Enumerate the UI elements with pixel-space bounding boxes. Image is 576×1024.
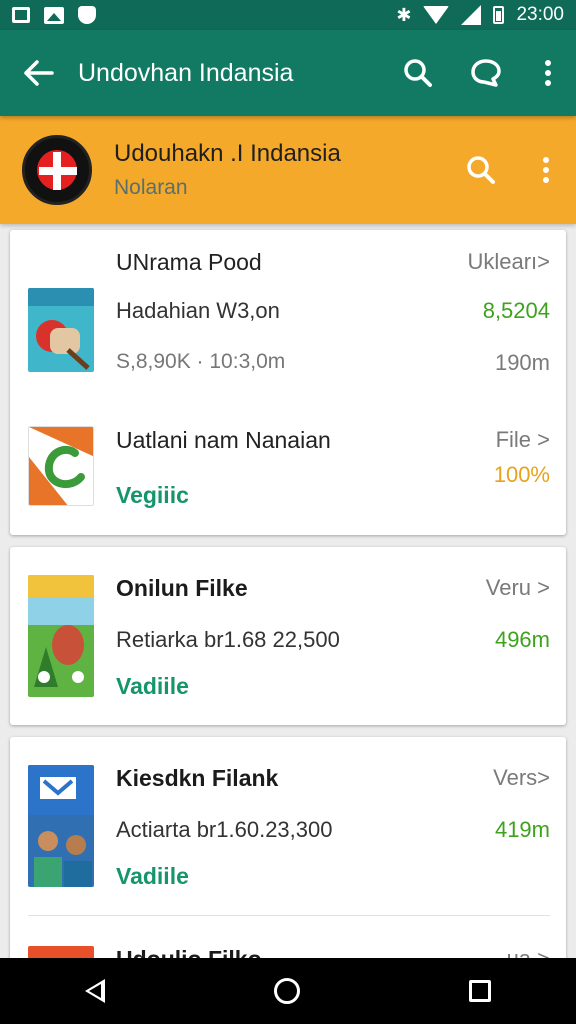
channel-header: Udouhakn .I Indansia Nolaran [0, 116, 576, 224]
bluetooth-icon: ✱ [396, 4, 412, 25]
file-action-link[interactable]: File > [496, 427, 550, 453]
file-status: Vegiiic [116, 482, 189, 508]
file-progress: 100% [493, 462, 550, 487]
chat-search-icon[interactable] [452, 30, 520, 116]
wifi-icon [423, 6, 450, 24]
file-title: Uatlani nam Nanaian [116, 427, 331, 453]
file-thumbnail [28, 575, 94, 697]
battery-icon [493, 6, 505, 24]
file-action-link[interactable]: Vers> [493, 765, 550, 791]
more-options-icon[interactable] [516, 116, 576, 224]
file-card: UNrama Pood Uklearı> Hadahian W3,on 8,52… [10, 230, 566, 535]
list-item[interactable]: UNrama Pood Uklearı> Hadahian W3,on 8,52… [10, 230, 566, 400]
status-bar: ✱ 23:00 [0, 0, 576, 30]
shield-notification-icon [78, 6, 96, 24]
file-subtitle: Hadahian W3,on [116, 298, 280, 323]
file-title: Onilun Filke [116, 575, 248, 601]
file-size: 496m [494, 627, 550, 652]
nav-back-icon[interactable] [84, 979, 105, 1003]
file-action-link[interactable]: Veru > [486, 575, 550, 601]
file-thumbnail [28, 765, 94, 887]
list-item[interactable]: Onilun Filke Veru > Retiarka br1.68 22,5… [10, 547, 566, 725]
file-subtitle: Actiarta br1.60.23,300 [116, 817, 333, 842]
file-title: UNrama Pood [116, 249, 262, 275]
file-status: Vadiile [116, 673, 189, 699]
search-icon[interactable] [446, 116, 516, 224]
image-notification-icon [44, 6, 64, 24]
search-icon[interactable] [384, 30, 452, 116]
file-size: 8,5204 [482, 298, 550, 323]
file-card: Onilun Filke Veru > Retiarka br1.68 22,5… [10, 547, 566, 725]
file-thumbnail [28, 426, 94, 506]
file-subtitle: Retiarka br1.68 22,500 [116, 627, 340, 652]
app-bar-title: Undovhan Indansia [78, 58, 294, 87]
file-action-link[interactable]: Uklearı> [467, 249, 550, 275]
channel-logo [22, 135, 92, 205]
file-duration: 190m [494, 350, 550, 375]
file-title: Kiesdkn Filank [116, 765, 279, 791]
app-bar: Undovhan Indansia [0, 30, 576, 116]
nav-home-icon[interactable] [273, 978, 300, 1004]
file-card: Kiesdkn Filank Vers> Actiarta br1.60.23,… [10, 737, 566, 986]
list-item[interactable]: Kiesdkn Filank Vers> Actiarta br1.60.23,… [10, 737, 566, 915]
notification-app-icon [12, 7, 30, 23]
nav-recents-icon[interactable] [469, 980, 492, 1002]
channel-subtitle: Nolaran [114, 176, 188, 199]
list-item[interactable]: Uatlani nam Nanaian File > 100% Vegiiic [10, 400, 566, 535]
file-thumbnail [28, 288, 94, 372]
file-meta: S,8,90K · 10:3,0m [116, 350, 286, 373]
more-options-icon[interactable] [520, 30, 576, 116]
system-nav-bar [0, 958, 576, 1024]
status-time: 23:00 [516, 4, 564, 25]
file-status: Vadiile [116, 863, 189, 889]
cell-signal-icon [461, 5, 482, 25]
back-arrow-icon[interactable] [0, 30, 78, 116]
channel-title: Udouhakn .I Indansia [114, 140, 341, 167]
file-size: 419m [494, 817, 550, 842]
